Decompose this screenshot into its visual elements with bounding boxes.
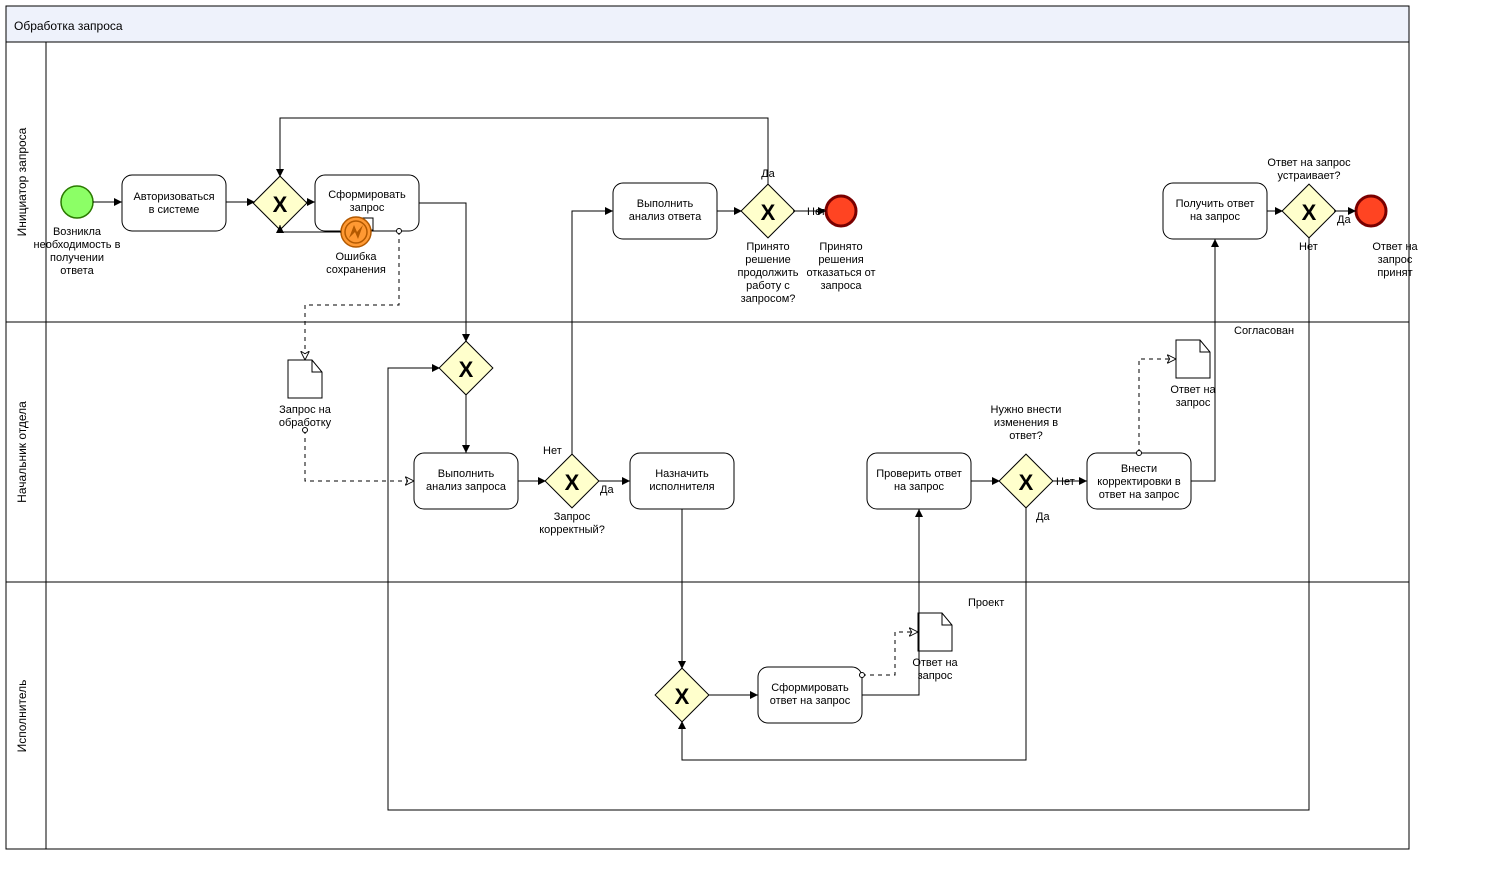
task-analyze-ans-l1: Выполнить: [637, 198, 694, 210]
end-event-refuse: [826, 196, 856, 226]
svg-text:X: X: [459, 357, 474, 382]
gw-changes-yes: Да: [1036, 511, 1050, 523]
gw-changes-q1: Нужно внести: [991, 404, 1062, 416]
error-label-1: Ошибка: [336, 251, 378, 263]
end1-l3: отказаться от: [806, 267, 875, 279]
error-label-2: сохранения: [326, 264, 386, 276]
end2-l1: Ответ на: [1372, 241, 1418, 253]
data-proj-state: Проект: [968, 597, 1004, 609]
gw-reqok-no: Нет: [543, 445, 562, 457]
end1-l2: решения: [818, 254, 863, 266]
gw-changes-no: Нет: [1056, 476, 1075, 488]
data-req-l1: Запрос на: [279, 404, 332, 416]
gw-cont-q3: продолжить: [738, 267, 799, 279]
task-assign-l1: Назначить: [655, 468, 709, 480]
task-correct-l3: ответ на запрос: [1099, 489, 1180, 501]
pool-header: [6, 6, 1409, 42]
svg-text:X: X: [1019, 470, 1034, 495]
gw-reqok-q2: корректный?: [539, 524, 605, 536]
task-correct-l2: корректировки в: [1097, 476, 1181, 488]
bpmn-diagram: Обработка запроса Инициатор запроса Нача…: [0, 0, 1497, 891]
gw-accept-q1: Ответ на запрос: [1267, 157, 1351, 169]
task-auth-l1: Авторизоваться: [133, 191, 214, 203]
gw-cont-q1: Принято: [746, 241, 789, 253]
gw-accept-no: Нет: [1299, 241, 1318, 253]
task-assign-l2: исполнителя: [649, 481, 714, 493]
end2-l3: принят: [1377, 267, 1412, 279]
svg-text:X: X: [761, 200, 776, 225]
start-label-4: ответа: [60, 265, 94, 277]
svg-text:X: X: [273, 192, 288, 217]
task-form-ans-l2: ответ на запрос: [770, 695, 851, 707]
task-get-ans-l1: Получить ответ: [1176, 198, 1255, 210]
task-auth: [122, 175, 226, 231]
data-appr-state: Согласован: [1234, 325, 1294, 337]
task-check-l2: на запрос: [894, 481, 945, 493]
start-label-2: необходимость в: [34, 239, 121, 251]
task-check-l1: Проверить ответ: [876, 468, 962, 480]
lane-label-executor: Исполнитель: [15, 680, 29, 753]
task-correct-l1: Внести: [1121, 463, 1157, 475]
end1-l4: запроса: [821, 280, 863, 292]
svg-text:X: X: [1302, 200, 1317, 225]
data-appr-name1: Ответ на: [1170, 384, 1216, 396]
lane-body-initiator: [46, 42, 1409, 322]
lane-label-initiator: Инициатор запроса: [15, 127, 29, 236]
lane-body-executor: [46, 582, 1409, 849]
task-analyze-req-l2: анализ запроса: [426, 481, 507, 493]
gw-accept-yes: Да: [1337, 214, 1351, 226]
task-auth-l2: в системе: [149, 204, 200, 216]
svg-text:X: X: [675, 684, 690, 709]
task-analyze-ans-l2: анализ ответа: [629, 211, 702, 223]
end1-l1: Принято: [819, 241, 862, 253]
task-analyze-req-l1: Выполнить: [438, 468, 495, 480]
task-get-ans-l2: на запрос: [1190, 211, 1241, 223]
start-label-3: получении: [50, 252, 104, 264]
gw-changes-q3: ответ?: [1009, 430, 1043, 442]
data-object-approved: [1176, 340, 1210, 378]
data-appr-name2: запрос: [1176, 397, 1211, 409]
end-event-accepted: [1356, 196, 1386, 226]
pool-title: Обработка запроса: [14, 19, 123, 33]
start-event: [61, 186, 93, 218]
gw-reqok-q1: Запрос: [554, 511, 591, 523]
data-object-project: [918, 613, 952, 651]
boundary-error-event: [341, 217, 371, 247]
gw-cont-q5: запросом?: [741, 293, 796, 305]
task-form-ans-l1: Сформировать: [771, 682, 849, 694]
end2-l2: запрос: [1378, 254, 1413, 266]
gw-reqok-yes: Да: [600, 484, 614, 496]
gw-cont-q4: работу с: [746, 280, 790, 292]
gw-cont-no: Нет: [807, 206, 826, 218]
lane-label-head: Начальник отдела: [15, 401, 29, 503]
start-label-1: Возникла: [53, 226, 102, 238]
data-req-l2: обработку: [279, 417, 332, 429]
gw-cont-q2: решение: [745, 254, 791, 266]
gw-changes-q2: изменения в: [994, 417, 1058, 429]
task-form-req-l1: Сформировать: [328, 189, 406, 201]
gw-accept-q2: устраивает?: [1277, 170, 1340, 182]
svg-text:X: X: [565, 470, 580, 495]
task-form-req-l2: запрос: [350, 202, 385, 214]
data-proj-name2: запрос: [918, 670, 953, 682]
data-object-request: [288, 360, 322, 398]
